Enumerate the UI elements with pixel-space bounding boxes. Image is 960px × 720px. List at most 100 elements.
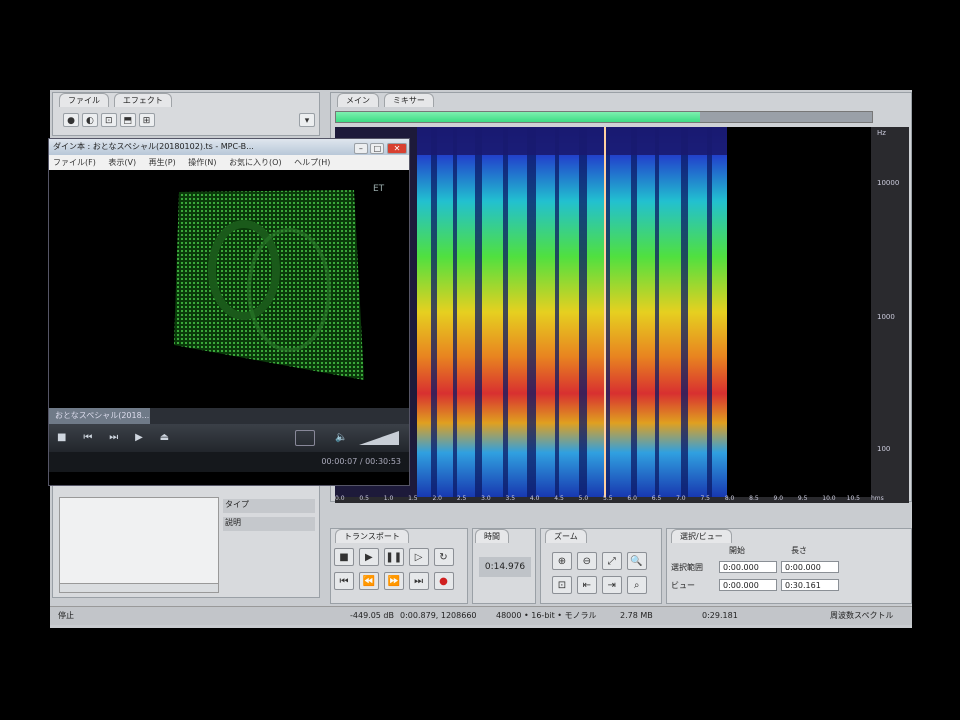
zoom-right-icon[interactable]: ⇥ (601, 576, 622, 594)
volume-icon[interactable]: 🔈 (335, 424, 347, 452)
record-icon[interactable]: ● (433, 572, 454, 590)
panel-menu-icon[interactable]: ▾ (299, 113, 315, 127)
menu-help[interactable]: ヘルプ(H) (294, 158, 330, 167)
overview-thumb[interactable] (336, 112, 701, 122)
loop-icon[interactable]: ↻ (433, 548, 454, 566)
file-list-area[interactable] (59, 497, 219, 585)
menu-file[interactable]: ファイル(F) (53, 158, 96, 167)
menu-play[interactable]: 再生(P) (149, 158, 176, 167)
minimize-icon[interactable]: – (353, 143, 368, 154)
tab-time[interactable]: 時間 (475, 529, 509, 543)
time-label: 7.0 (676, 495, 686, 502)
insert-icon[interactable]: ⊞ (138, 113, 155, 127)
time-label: 7.5 (700, 495, 710, 502)
properties-panel: タイプ 説明 (52, 482, 320, 598)
play-from-cursor-icon[interactable]: ▷ (408, 548, 429, 566)
player-previous-icon[interactable]: ⏮ (83, 424, 92, 452)
menu-navigate[interactable]: 操作(N) (188, 158, 216, 167)
maximize-icon[interactable]: □ (370, 143, 385, 154)
status-level: -449.05 dB (350, 611, 394, 620)
zoom-left-icon[interactable]: ⇤ (576, 576, 597, 594)
player-title-bar[interactable]: ダイン本 : おとなスペシャル(20180102).ts - MPC-B... … (49, 139, 409, 155)
selection-view-panel: 選択/ビュー 開始 長さ 選択範囲 0:00.000 0:00.000 ビュー … (666, 528, 912, 604)
time-label: 8.5 (749, 495, 759, 502)
player-play-icon[interactable]: ▶ (135, 424, 143, 452)
time-label: 2.0 (432, 495, 442, 502)
tab-effects[interactable]: エフェクト (113, 93, 172, 107)
freq-label-hz: Hz (877, 129, 886, 137)
zoom-full-icon[interactable]: ⤢ (601, 552, 622, 570)
player-time-display: 00:00:07 / 00:30:53 (321, 457, 401, 466)
zoom-panel: ズーム ⊕ ⊖ ⤢ 🔍 ⊡ ⇤ ⇥ ⌕ (540, 528, 662, 604)
pause-icon[interactable]: ❚❚ (383, 548, 404, 566)
tab-zoom[interactable]: ズーム (545, 529, 587, 543)
save-icon[interactable]: ⬒ (119, 113, 136, 127)
seek-bar[interactable]: おとなスペシャル(2018... (49, 408, 409, 424)
status-position: 0:00.879, 1208660 (400, 611, 477, 620)
view-start-field[interactable]: 0:00.000 (719, 579, 777, 591)
video-frame (174, 190, 364, 380)
status-format: 48000 • 16-bit • モノラル (496, 611, 597, 620)
time-label: hms (871, 495, 884, 502)
time-display: 0:14.976 (479, 557, 531, 577)
player-title: ダイン本 : おとなスペシャル(20180102).ts - MPC-B... (53, 142, 254, 151)
menu-favorites[interactable]: お気に入り(O) (229, 158, 282, 167)
time-panel: 時間 0:14.976 (472, 528, 536, 604)
stop-icon[interactable]: ■ (334, 548, 354, 566)
time-label: 4.5 (554, 495, 564, 502)
tab-main[interactable]: メイン (337, 93, 379, 107)
freq-label-100: 100 (877, 445, 891, 453)
aspect-icon[interactable] (295, 430, 315, 446)
time-label: 10.0 (822, 495, 836, 502)
zoom-in-icon[interactable]: 🔍 (626, 552, 647, 570)
import-icon[interactable]: ◐ (81, 113, 98, 127)
player-menu-bar: ファイル(F) 表示(V) 再生(P) 操作(N) お気に入り(O) ヘルプ(H… (49, 155, 409, 170)
selection-start-field[interactable]: 0:00.000 (719, 561, 777, 573)
time-label: 5.5 (603, 495, 613, 502)
zoom-in-amplitude-icon[interactable]: ⊕ (552, 552, 572, 570)
open-file-icon[interactable]: ● (63, 113, 79, 127)
go-end-icon[interactable]: ⏭ (408, 572, 429, 590)
time-label: 10.5 (846, 495, 860, 502)
zoom-selection-icon[interactable]: ⊡ (552, 576, 572, 594)
zoom-out-icon[interactable]: ⌕ (626, 576, 647, 594)
close-icon[interactable]: ✕ (387, 143, 407, 154)
player-status-bar: 00:00:07 / 00:30:53 (49, 452, 409, 472)
play-icon[interactable]: ▶ (358, 548, 379, 566)
status-duration: 0:29.181 (702, 611, 738, 620)
time-label: 6.5 (651, 495, 662, 502)
status-bar: 停止 -449.05 dB 0:00.879, 1208660 48000 • … (50, 606, 912, 625)
time-label: 6.0 (627, 495, 637, 502)
tab-transport[interactable]: トランスポート (335, 529, 409, 543)
time-label: 0.5 (359, 495, 369, 502)
close-file-icon[interactable]: ⊡ (100, 113, 117, 127)
go-start-icon[interactable]: ⏮ (334, 572, 354, 590)
video-overlay-text: ET (373, 184, 385, 194)
time-label: 9.0 (773, 495, 784, 502)
player-controls: ■ ⏮ ⏭ ▶ ⏏ 🔈 (49, 424, 409, 452)
length-header: 長さ (791, 546, 807, 555)
view-length-field[interactable]: 0:30.161 (781, 579, 839, 591)
media-player-window[interactable]: ダイン本 : おとなスペシャル(20180102).ts - MPC-B... … (48, 138, 410, 486)
menu-view[interactable]: 表示(V) (108, 158, 136, 167)
time-label: 8.0 (724, 495, 735, 502)
player-eject-icon[interactable]: ⏏ (160, 424, 169, 452)
video-area[interactable]: ET (49, 170, 409, 408)
player-next-icon[interactable]: ⏭ (109, 424, 118, 452)
player-stop-icon[interactable]: ■ (57, 424, 66, 452)
tab-files[interactable]: ファイル (59, 93, 109, 107)
rewind-icon[interactable]: ⏪ (358, 572, 379, 590)
fast-forward-icon[interactable]: ⏩ (383, 572, 404, 590)
spectral-display[interactable] (335, 127, 871, 497)
time-label: 0.0 (335, 495, 345, 502)
tab-selection-view[interactable]: 選択/ビュー (671, 529, 732, 543)
selection-length-field[interactable]: 0:00.000 (781, 561, 839, 573)
volume-slider[interactable] (359, 431, 399, 445)
selection-row-label: 選択範囲 (671, 563, 703, 572)
zoom-out-amplitude-icon[interactable]: ⊖ (576, 552, 597, 570)
overview-scrollbar[interactable] (335, 111, 873, 123)
status-size: 2.78 MB (620, 611, 653, 620)
horizontal-scrollbar[interactable] (59, 583, 219, 593)
tab-mixer[interactable]: ミキサー (383, 93, 434, 107)
time-label: 9.5 (797, 495, 808, 502)
